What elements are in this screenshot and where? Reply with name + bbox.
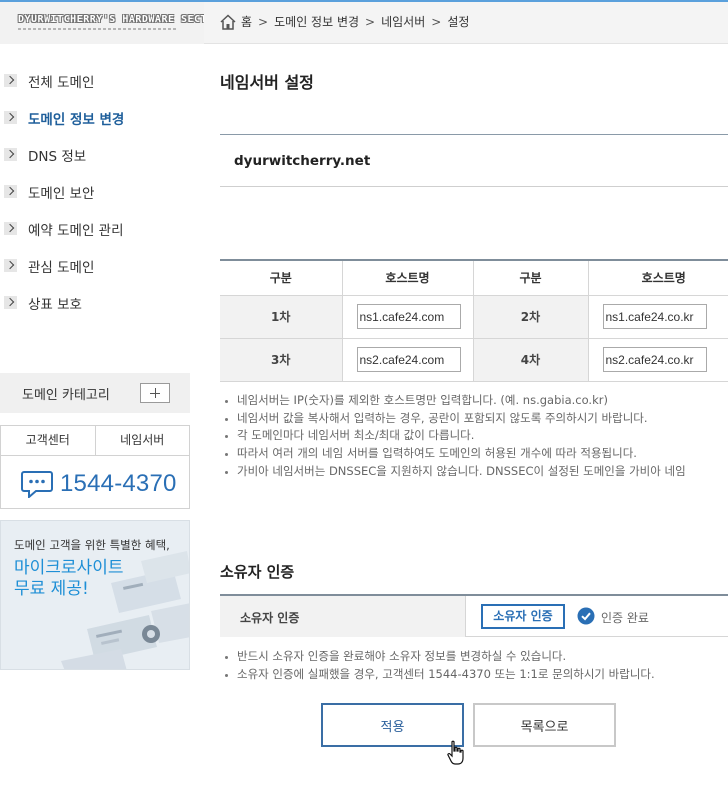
note-item: 소유자 인증에 실패했을 경우, 고객센터 1544-4370 또는 1:1로 … bbox=[222, 666, 655, 684]
nameserver-cell bbox=[341, 337, 474, 382]
owner-notes: 반드시 소유자 인증을 완료해야 소유자 정보를 변경하실 수 있습니다. 소유… bbox=[222, 648, 655, 683]
chat-bubble-icon bbox=[21, 471, 53, 498]
apply-button[interactable]: 적용 bbox=[321, 703, 464, 747]
sidebar-item-reserved-domains[interactable]: 예약 도메인 관리 bbox=[0, 210, 190, 247]
sidebar-item-domain-info-change[interactable]: 도메인 정보 변경 bbox=[0, 99, 190, 136]
nameserver-order-label: 4차 bbox=[472, 337, 589, 382]
chevron-right-icon bbox=[4, 111, 17, 124]
nameserver-order-label: 2차 bbox=[472, 294, 589, 339]
domain-category-label: 도메인 카테고리 bbox=[22, 388, 110, 403]
sidebar-item-label: 관심 도메인 bbox=[28, 259, 95, 276]
nameserver-table: 구분 호스트명 구분 호스트명 1차 2차 3차 4차 bbox=[220, 259, 728, 382]
phone-number: 1544-4370 bbox=[60, 470, 177, 497]
domain-category-panel: 도메인 카테고리 bbox=[0, 373, 190, 413]
promo-headline-line1: 마이크로사이트 bbox=[14, 558, 124, 578]
column-header: 구분 bbox=[220, 259, 343, 296]
chevron-right-icon bbox=[4, 148, 17, 161]
owner-verification-label-cell: 소유자 인증 bbox=[220, 596, 466, 637]
promo-subtitle: 도메인 고객을 위한 특별한 혜택, bbox=[14, 538, 170, 552]
sidebar-item-label: 상표 보호 bbox=[28, 296, 82, 313]
chevron-right-icon bbox=[4, 222, 17, 235]
owner-verification-label: 소유자 인증 bbox=[240, 611, 300, 625]
nameserver-order-label: 1차 bbox=[220, 294, 343, 339]
nameserver-notes: 네임서버는 IP(숫자)를 제외한 호스트명만 입력합니다. (예. ns.ga… bbox=[222, 392, 686, 481]
support-phone: 1544-4370 bbox=[21, 470, 177, 498]
table-row: 1차 2차 bbox=[220, 294, 728, 339]
note-item: 네임서버는 IP(숫자)를 제외한 호스트명만 입력합니다. (예. ns.ga… bbox=[222, 392, 686, 410]
sidebar-item-dns-info[interactable]: DNS 정보 bbox=[0, 136, 190, 173]
breadcrumb-separator: > bbox=[258, 14, 269, 29]
chevron-right-icon bbox=[4, 185, 17, 198]
domain-name: dyurwitcherry.net bbox=[234, 153, 371, 169]
home-icon[interactable] bbox=[219, 13, 237, 30]
owner-verification-title: 소유자 인증 bbox=[220, 563, 295, 581]
breadcrumb-home[interactable]: 홈 bbox=[241, 13, 252, 30]
table-row: 3차 4차 bbox=[220, 337, 728, 382]
back-to-list-button[interactable]: 목록으로 bbox=[473, 703, 616, 747]
note-item: 반드시 소유자 인증을 완료해야 소유자 정보를 변경하실 수 있습니다. bbox=[222, 648, 655, 666]
promo-headline-line2: 무료 제공! bbox=[14, 579, 89, 599]
sidebar-item-all-domains[interactable]: 전체 도메인 bbox=[0, 62, 190, 99]
microsite-promo-banner[interactable]: 도메인 고객을 위한 특별한 혜택, 마이크로사이트 무료 제공! bbox=[0, 520, 190, 670]
breadcrumb-separator: > bbox=[365, 14, 376, 29]
plus-icon[interactable] bbox=[140, 383, 170, 403]
breadcrumb: 홈 > 도메인 정보 변경 > 네임서버 > 설정 bbox=[219, 13, 469, 30]
site-logo[interactable]: DYURWITCHERRY'S HARDWARE SECTOR bbox=[18, 14, 220, 25]
column-header: 호스트명 bbox=[587, 259, 728, 296]
support-tabs: 고객센터 네임서버 bbox=[1, 426, 189, 456]
tab-nameserver[interactable]: 네임서버 bbox=[94, 426, 190, 455]
breadcrumb-domain-info[interactable]: 도메인 정보 변경 bbox=[274, 13, 359, 30]
domain-name-box: dyurwitcherry.net bbox=[220, 134, 728, 187]
sidebar-item-label: 전체 도메인 bbox=[28, 74, 95, 91]
sidebar-nav: 전체 도메인 도메인 정보 변경 DNS 정보 도메인 보안 예약 도메인 관리… bbox=[0, 62, 190, 321]
check-circle-icon bbox=[577, 607, 595, 625]
hand-pointer-icon bbox=[447, 740, 464, 765]
note-item: 가비아 네임서버는 DNSSEC을 지원하지 않습니다. DNSSEC이 설정된… bbox=[222, 463, 686, 481]
nameserver-1-input[interactable] bbox=[356, 304, 461, 329]
chevron-right-icon bbox=[4, 259, 17, 272]
owner-verify-button[interactable]: 소유자 인증 bbox=[481, 604, 565, 629]
breadcrumb-nameserver[interactable]: 네임서버 bbox=[381, 13, 425, 30]
breadcrumb-settings: 설정 bbox=[447, 15, 470, 29]
column-header: 구분 bbox=[472, 259, 589, 296]
table-header-row: 구분 호스트명 구분 호스트명 bbox=[220, 259, 728, 296]
chevron-right-icon bbox=[4, 74, 17, 87]
sidebar-item-label: DNS 정보 bbox=[28, 148, 87, 165]
nameserver-cell bbox=[341, 294, 474, 339]
nameserver-order-label: 3차 bbox=[220, 337, 343, 382]
nameserver-4-input[interactable] bbox=[602, 347, 707, 372]
nameserver-cell bbox=[587, 337, 728, 382]
sidebar-item-trademark-protection[interactable]: 상표 보호 bbox=[0, 284, 190, 321]
sidebar-item-domain-security[interactable]: 도메인 보안 bbox=[0, 173, 190, 210]
sidebar-item-watched-domains[interactable]: 관심 도메인 bbox=[0, 247, 190, 284]
sidebar-item-label: 예약 도메인 관리 bbox=[28, 222, 124, 239]
logo-subtitle-line bbox=[18, 28, 176, 30]
note-item: 따라서 여러 개의 네임 서버를 입력하여도 도메인의 허용된 개수에 따라 적… bbox=[222, 445, 686, 463]
nameserver-cell bbox=[587, 294, 728, 339]
breadcrumb-separator: > bbox=[431, 14, 442, 29]
nameserver-3-input[interactable] bbox=[356, 347, 461, 372]
page-title: 네임서버 설정 bbox=[220, 73, 314, 92]
promo-headline: 마이크로사이트 무료 제공! bbox=[14, 558, 123, 600]
nameserver-2-input[interactable] bbox=[602, 304, 707, 329]
logo-area[interactable]: DYURWITCHERRY'S HARDWARE SECTOR bbox=[0, 2, 220, 44]
verification-status: 인증 완료 bbox=[601, 611, 649, 625]
note-item: 각 도메인마다 네임서버 최소/최대 값이 다릅니다. bbox=[222, 427, 686, 445]
sidebar-item-label: 도메인 정보 변경 bbox=[28, 111, 125, 128]
owner-verification-row: 소유자 인증 소유자 인증 인증 완료 bbox=[220, 594, 728, 637]
support-box: 고객센터 네임서버 1544-4370 bbox=[0, 425, 190, 509]
column-header: 호스트명 bbox=[341, 259, 474, 296]
note-item: 네임서버 값을 복사해서 입력하는 경우, 공란이 포함되지 않도록 주의하시기… bbox=[222, 410, 686, 428]
sidebar-item-label: 도메인 보안 bbox=[28, 185, 95, 202]
chevron-right-icon bbox=[4, 296, 17, 309]
tab-customer-center[interactable]: 고객센터 bbox=[1, 426, 95, 455]
